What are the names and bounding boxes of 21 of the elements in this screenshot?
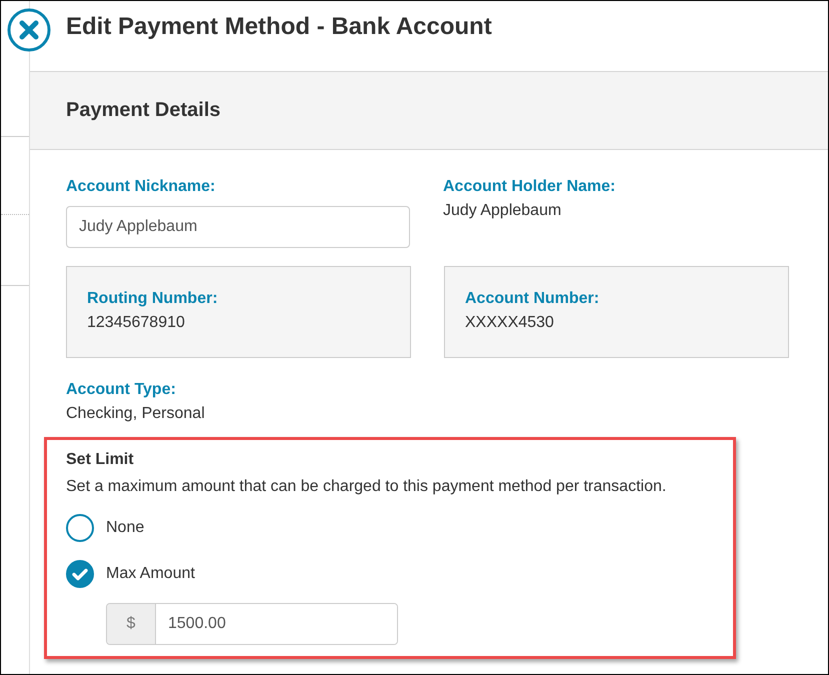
field-value: Judy Applebaum: [443, 201, 562, 221]
field-value: 12345678910: [87, 313, 186, 333]
section-title: Payment Details: [66, 99, 221, 122]
limit-description: Set a maximum amount that can be charged to this payment method per transaction.: [66, 477, 668, 497]
field-label: Account Holder Name:: [443, 177, 616, 197]
currency-addon: $: [107, 604, 156, 644]
field-label: Routing Number:: [87, 289, 219, 309]
option-label[interactable]: Max Amount: [106, 565, 195, 583]
limit-title: Set Limit: [66, 450, 134, 470]
radio-button[interactable]: [66, 560, 94, 588]
amount-field[interactable]: $ 1500.00: [106, 603, 398, 645]
field-label: Account Type:: [66, 380, 177, 400]
field-label: Account Number:: [465, 289, 600, 309]
nickname-field[interactable]: Judy Applebaum: [66, 206, 410, 248]
field-value: XXXXX4530: [465, 313, 555, 333]
option-label[interactable]: None: [106, 519, 144, 537]
field-value: Checking, Personal: [66, 404, 206, 424]
window-title: Edit Payment Method - Bank Account: [66, 13, 492, 41]
field-label: Account Nickname:: [66, 177, 216, 197]
check-icon: [72, 568, 88, 580]
radio-button[interactable]: [66, 514, 94, 542]
